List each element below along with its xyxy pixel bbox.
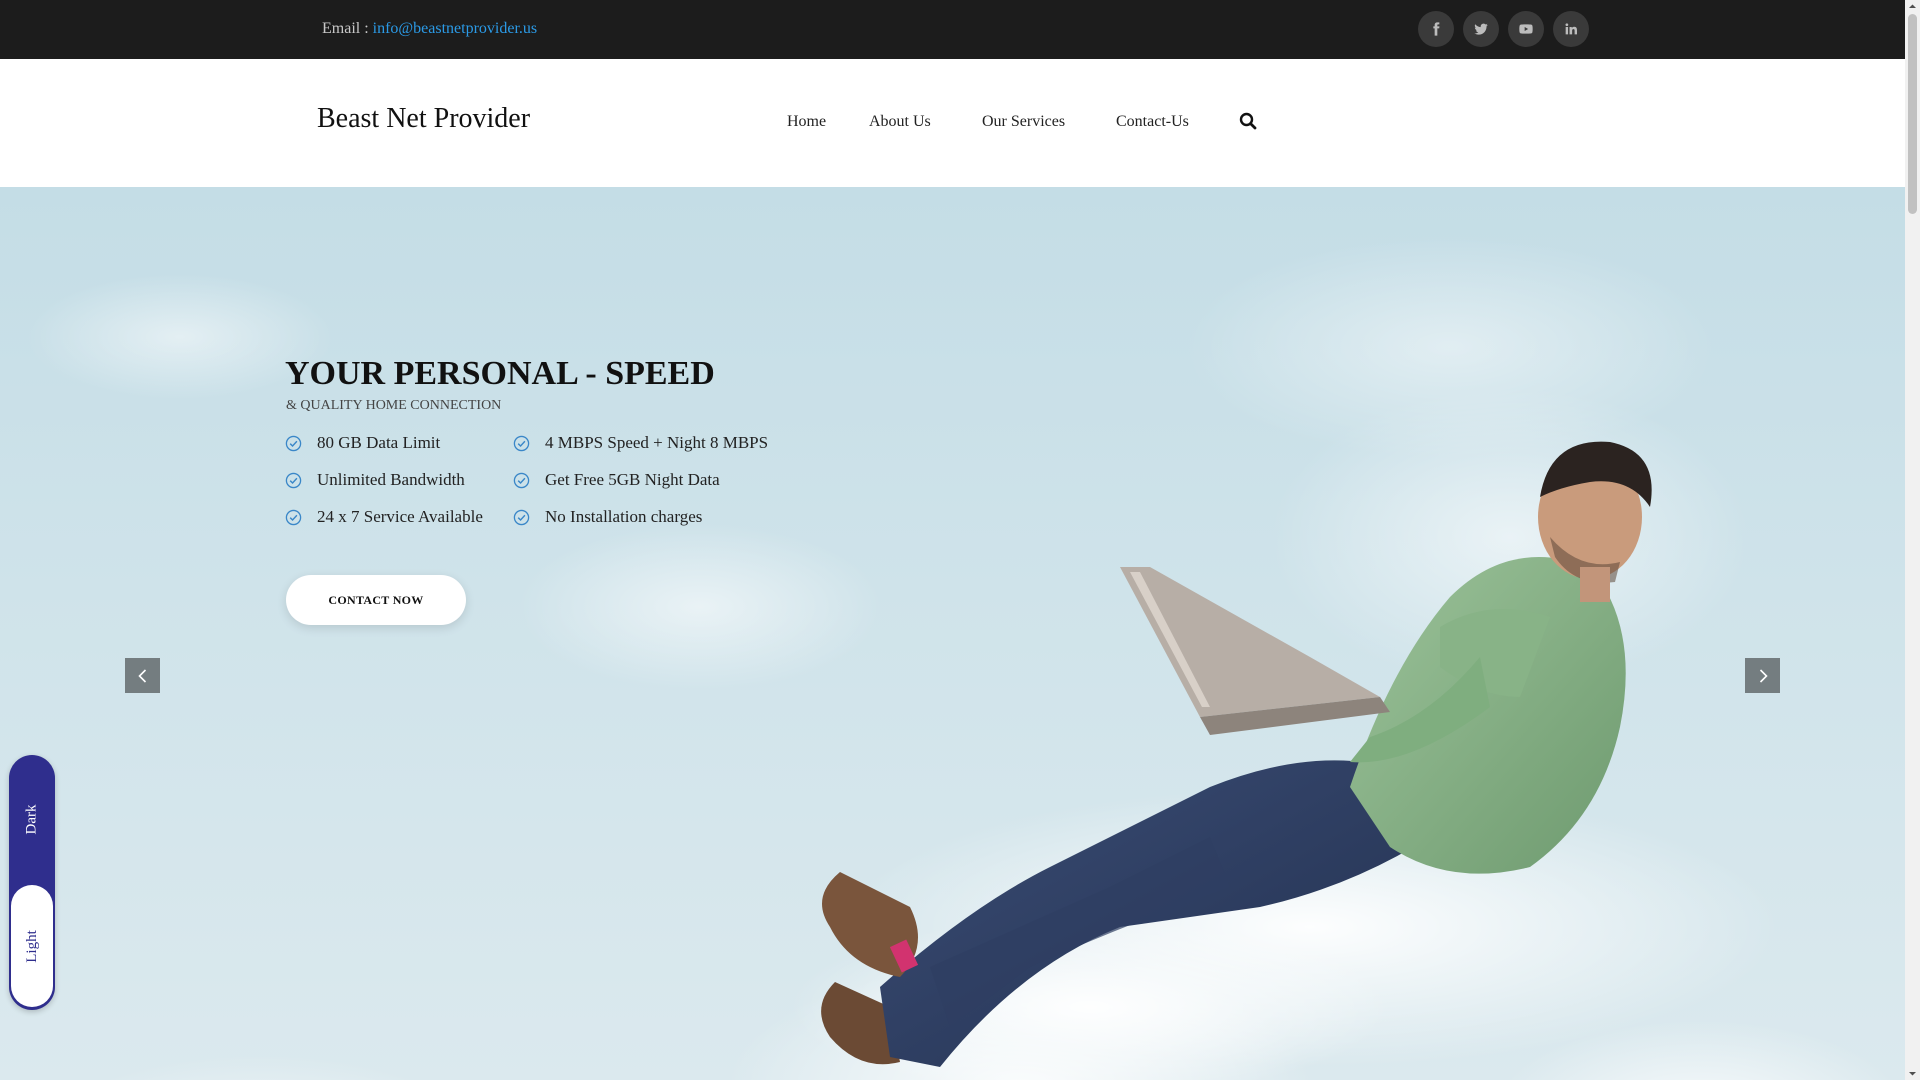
scroll-down-icon[interactable]: [1908, 1069, 1917, 1078]
search-button[interactable]: [1238, 111, 1258, 131]
slider-next-button[interactable]: [1745, 658, 1780, 693]
nav-about-us[interactable]: About Us: [869, 113, 931, 131]
hero-slider: YOUR PERSONAL - SPEED & QUALITY HOME CON…: [0, 187, 1905, 1080]
check-circle-icon: [285, 435, 302, 451]
theme-light-option[interactable]: Light: [11, 885, 53, 1007]
chevron-left-icon: [137, 668, 146, 683]
slider-prev-button[interactable]: [125, 658, 160, 693]
linkedin-icon: [1565, 23, 1577, 35]
feature-item: 4 MBPS Speed + Night 8 MBPS: [513, 432, 768, 454]
email-link[interactable]: info@beastnetprovider.us: [373, 20, 537, 37]
facebook-button[interactable]: [1418, 11, 1454, 47]
hero-title: YOUR PERSONAL - SPEED: [285, 355, 715, 392]
feature-label: No Installation charges: [545, 507, 703, 526]
feature-item: Get Free 5GB Night Data: [513, 469, 720, 491]
feature-label: 80 GB Data Limit: [317, 433, 441, 452]
site-logo[interactable]: Beast Net Provider: [317, 103, 530, 135]
twitter-icon: [1474, 23, 1488, 35]
contact-email: Email : info@beastnetprovider.us: [322, 20, 537, 38]
feature-item: 80 GB Data Limit: [285, 432, 440, 454]
check-circle-icon: [285, 472, 302, 488]
check-circle-icon: [513, 509, 530, 525]
nav-contact-us[interactable]: Contact-Us: [1116, 113, 1189, 131]
contact-now-button[interactable]: CONTACT NOW: [286, 575, 466, 625]
feature-label: 24 x 7 Service Available: [317, 507, 483, 526]
nav-our-services[interactable]: Our Services: [982, 113, 1065, 131]
search-icon: [1239, 112, 1257, 130]
theme-light-label: Light: [23, 929, 40, 963]
twitter-button[interactable]: [1463, 11, 1499, 47]
page-scrollbar[interactable]: [1905, 0, 1920, 1080]
feature-item: Unlimited Bandwidth: [285, 469, 465, 491]
theme-dark-label: Dark: [23, 804, 40, 834]
feature-label: 4 MBPS Speed + Night 8 MBPS: [545, 433, 769, 452]
hero-illustration: [790, 387, 1780, 1080]
feature-item: No Installation charges: [513, 506, 702, 528]
facebook-icon: [1433, 22, 1440, 36]
theme-dark-option[interactable]: Dark: [9, 755, 55, 883]
youtube-icon: [1519, 24, 1533, 34]
navbar: Beast Net Provider Home About Us Our Ser…: [0, 59, 1905, 187]
scrollbar-thumb[interactable]: [1908, 14, 1917, 214]
email-label: Email :: [322, 20, 369, 37]
feature-item: 24 x 7 Service Available: [285, 506, 483, 528]
theme-toggle: Dark Light: [9, 755, 55, 1010]
nav-home[interactable]: Home: [787, 113, 826, 131]
linkedin-button[interactable]: [1553, 11, 1589, 47]
hero-subtitle: & QUALITY HOME CONNECTION: [286, 398, 502, 413]
feature-label: Get Free 5GB Night Data: [545, 470, 720, 489]
chevron-right-icon: [1759, 668, 1768, 683]
top-bar: Email : info@beastnetprovider.us: [0, 0, 1905, 59]
feature-label: Unlimited Bandwidth: [317, 470, 465, 489]
scroll-up-icon[interactable]: [1908, 2, 1917, 11]
youtube-button[interactable]: [1508, 11, 1544, 47]
check-circle-icon: [513, 472, 530, 488]
check-circle-icon: [285, 509, 302, 525]
check-circle-icon: [513, 435, 530, 451]
